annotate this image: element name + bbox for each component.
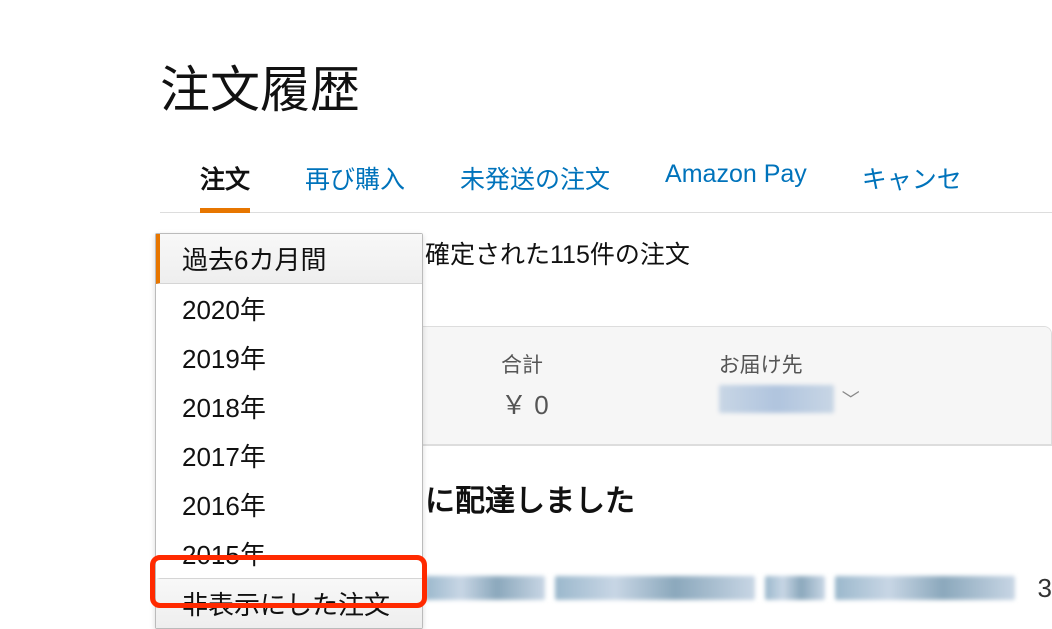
dropdown-item-2020[interactable]: 2020年 bbox=[156, 284, 422, 333]
redacted-content-row bbox=[425, 573, 1052, 603]
order-shipping-label: お届け先 bbox=[719, 349, 860, 379]
delivery-status-text: に配達しました bbox=[425, 476, 1052, 520]
order-shipping-value-redacted bbox=[719, 385, 834, 413]
dropdown-item-hidden-orders[interactable]: 非表示にした注文 bbox=[156, 578, 422, 628]
trailing-char: 3 bbox=[1038, 573, 1052, 604]
dropdown-item-6months[interactable]: 過去6カ月間 bbox=[156, 234, 422, 284]
time-filter-dropdown[interactable]: 過去6カ月間 2020年 2019年 2018年 2017年 2016年 201… bbox=[155, 233, 423, 629]
tab-orders[interactable]: 注文 bbox=[200, 152, 250, 213]
tab-unshipped[interactable]: 未発送の注文 bbox=[460, 152, 610, 212]
order-shipping-column: お届け先 ﹀ bbox=[719, 349, 860, 422]
dropdown-item-2015[interactable]: 2015年 bbox=[156, 529, 422, 578]
order-total-column: 合計 ￥ 0 bbox=[501, 349, 549, 422]
page-title: 注文履歴 bbox=[0, 0, 1052, 152]
dropdown-item-2017[interactable]: 2017年 bbox=[156, 431, 422, 480]
tab-cancelled[interactable]: キャンセ bbox=[862, 152, 962, 212]
order-total-value: ￥ 0 bbox=[501, 385, 549, 422]
tab-buy-again[interactable]: 再び購入 bbox=[305, 152, 405, 212]
dropdown-item-2016[interactable]: 2016年 bbox=[156, 480, 422, 529]
order-total-label: 合計 bbox=[501, 349, 549, 379]
dropdown-item-2018[interactable]: 2018年 bbox=[156, 382, 422, 431]
chevron-down-icon: ﹀ bbox=[842, 386, 860, 412]
dropdown-item-2019[interactable]: 2019年 bbox=[156, 333, 422, 382]
order-shipping-value-row[interactable]: ﹀ bbox=[719, 385, 860, 413]
order-summary-text: 確定された115件の注文 bbox=[425, 235, 1052, 271]
tabs-bar: 注文 再び購入 未発送の注文 Amazon Pay キャンセ bbox=[160, 152, 1052, 213]
tab-amazon-pay[interactable]: Amazon Pay bbox=[665, 152, 807, 212]
